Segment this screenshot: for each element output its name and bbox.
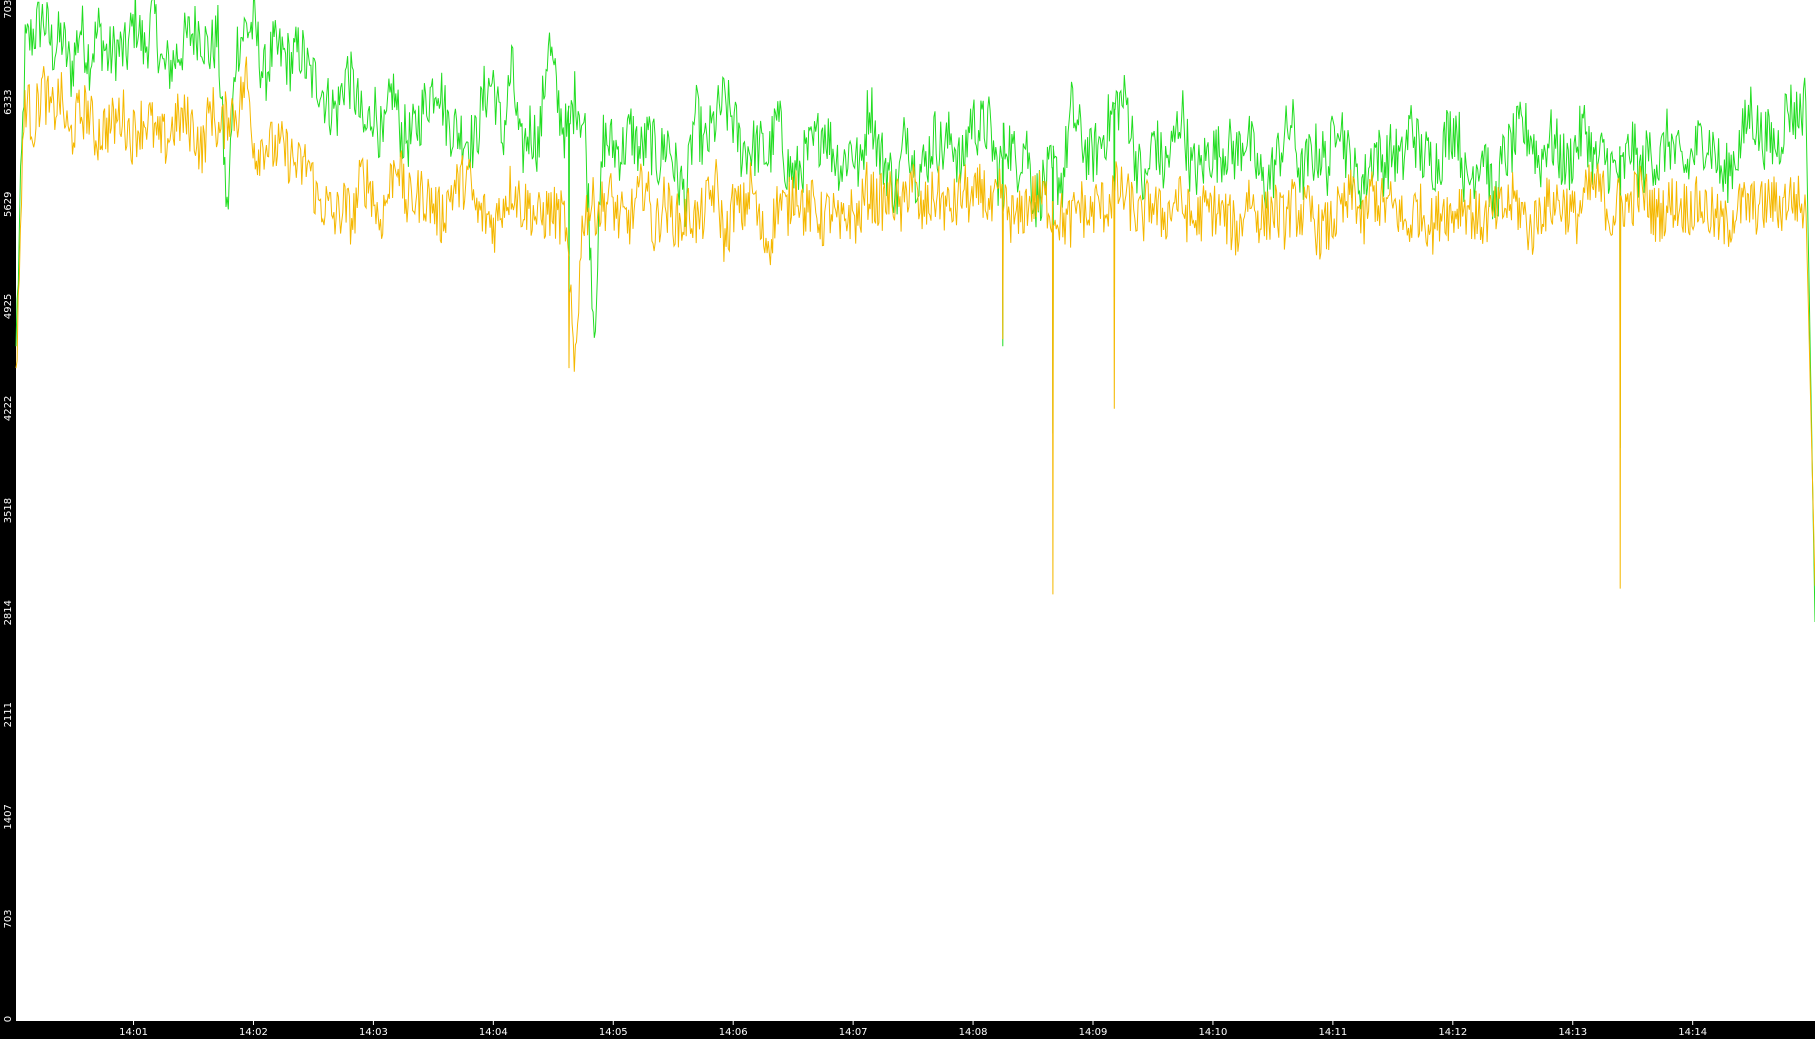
- x-tick-label: 14:03: [359, 1027, 388, 1038]
- y-tick-label: 3518: [3, 498, 14, 523]
- x-tick-label: 14:05: [599, 1027, 628, 1038]
- x-tick-label: 14:10: [1199, 1027, 1228, 1038]
- y-tick-label: 2814: [3, 600, 14, 625]
- x-tick-label: 14:02: [239, 1027, 268, 1038]
- y-tick-label: 6333: [3, 89, 14, 114]
- y-tick-label: 2111: [3, 702, 14, 727]
- y-tick-label: 4925: [3, 294, 14, 319]
- y-tick-label: 5629: [3, 192, 14, 217]
- line-chart: 0 703 1407 2111 2814 3518 4222 4925 5629 6333 7037…: [0, 0, 1815, 1039]
- x-tick-label: 14:11: [1318, 1027, 1347, 1038]
- x-tick-label: 14:09: [1079, 1027, 1108, 1038]
- x-tick-label: 14:08: [959, 1027, 988, 1038]
- x-tick-label: 14:12: [1438, 1027, 1467, 1038]
- y-tick-label: 703: [3, 909, 14, 928]
- x-tick-label: 14:13: [1558, 1027, 1587, 1038]
- y-tick-label: 4222: [3, 396, 14, 421]
- x-tick-label: 14:01: [119, 1027, 148, 1038]
- x-tick-label: 14:14: [1678, 1027, 1707, 1038]
- x-tick-label: 14:07: [839, 1027, 868, 1038]
- x-tick-label: 14:04: [479, 1027, 508, 1038]
- x-tick-label: 14:06: [719, 1027, 748, 1038]
- y-tick-label: 1407: [3, 804, 14, 829]
- y-tick-label: 7037: [3, 0, 14, 19]
- y-tick-label: 0: [3, 1016, 14, 1022]
